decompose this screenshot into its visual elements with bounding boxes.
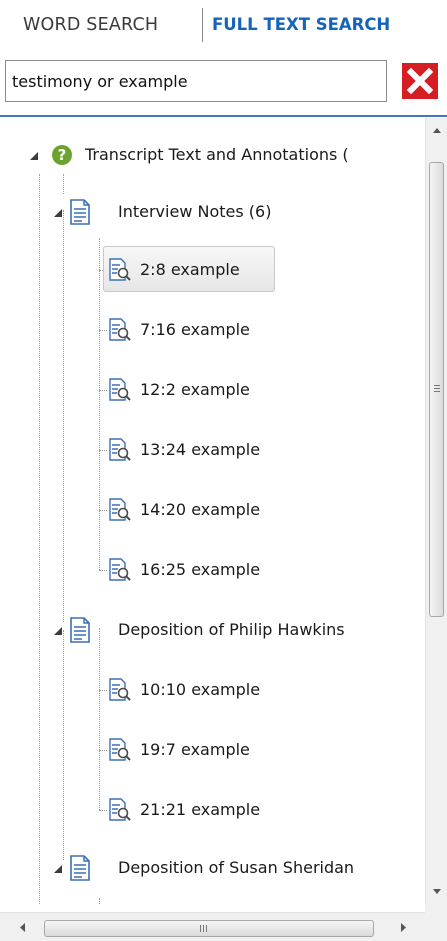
search-result-icon xyxy=(109,498,131,521)
search-result-icon xyxy=(109,798,131,821)
result-label: 19:7 example xyxy=(140,740,250,759)
collapse-arrow-icon[interactable] xyxy=(28,150,40,162)
tree-group-label: Deposition of Philip Hawkins xyxy=(118,620,345,639)
tab-word-search[interactable]: WORD SEARCH xyxy=(23,10,158,40)
scrollbar-corner xyxy=(425,904,447,941)
scroll-left-arrow-icon[interactable] xyxy=(12,913,34,941)
grip-line xyxy=(434,391,440,392)
close-icon xyxy=(406,67,434,95)
collapse-arrow-icon[interactable] xyxy=(52,863,64,875)
result-item[interactable]: 14:20 example xyxy=(107,493,277,527)
tree-guide xyxy=(63,630,64,860)
tree-group-label: Deposition of Susan Sheridan xyxy=(118,858,355,877)
grip-line xyxy=(434,385,440,386)
tab-full-text-search[interactable]: FULL TEXT SEARCH xyxy=(212,10,390,40)
search-result-icon xyxy=(109,378,131,401)
tree-root-node[interactable]: ? Transcript Text and Annotations ( xyxy=(28,138,425,172)
result-item[interactable]: 2:8 example xyxy=(107,253,277,287)
search-result-icon xyxy=(109,558,131,581)
scroll-right-arrow-icon[interactable] xyxy=(392,913,414,941)
result-item[interactable]: 10:10 example xyxy=(107,673,287,707)
result-item[interactable]: 19:7 example xyxy=(107,733,287,767)
collapse-arrow-icon[interactable] xyxy=(52,625,64,637)
vertical-scrollbar[interactable] xyxy=(425,118,447,904)
search-input[interactable] xyxy=(5,60,387,102)
tree-guide xyxy=(99,750,107,751)
tree-guide xyxy=(99,690,107,691)
result-label: 12:2 example xyxy=(140,380,250,399)
result-label: 14:20 example xyxy=(140,500,261,519)
horizontal-scrollbar[interactable] xyxy=(0,912,425,941)
tree-group-interview-notes[interactable]: Interview Notes (6) xyxy=(52,195,392,229)
result-label: 16:25 example xyxy=(140,560,261,579)
result-item[interactable]: 21:21 example xyxy=(107,793,287,827)
document-icon xyxy=(70,855,90,881)
tree-root-label: Transcript Text and Annotations ( xyxy=(85,145,349,164)
search-result-icon xyxy=(109,318,131,341)
clear-search-button[interactable] xyxy=(402,63,438,99)
results-tree: ? Transcript Text and Annotations ( Inte… xyxy=(0,118,425,904)
document-icon xyxy=(70,199,90,225)
result-item[interactable]: 7:16 example xyxy=(107,313,277,347)
result-label: 13:24 example xyxy=(140,440,261,459)
result-label: 21:21 example xyxy=(140,800,261,819)
search-result-icon xyxy=(109,678,131,701)
grip-line xyxy=(206,925,207,932)
tree-group-deposition-susan-sheridan[interactable]: Deposition of Susan Sheridan xyxy=(52,851,424,885)
tree-guide xyxy=(99,238,100,570)
tree-guide xyxy=(99,330,107,331)
search-result-icon xyxy=(109,438,131,461)
divider xyxy=(0,115,447,117)
horizontal-scroll-thumb[interactable] xyxy=(44,920,374,937)
help-icon: ? xyxy=(52,145,72,165)
scroll-down-arrow-icon[interactable] xyxy=(426,882,447,902)
tree-group-label: Interview Notes (6) xyxy=(118,202,272,221)
tab-separator xyxy=(202,8,203,42)
document-icon xyxy=(70,617,90,643)
tree-guide xyxy=(99,510,107,511)
tree-guide xyxy=(63,174,64,194)
tree-guide xyxy=(99,570,107,571)
grip-line xyxy=(203,925,204,932)
result-item[interactable]: 12:2 example xyxy=(107,373,277,407)
search-result-icon xyxy=(109,258,131,281)
tree-group-deposition-philip-hawkins[interactable]: Deposition of Philip Hawkins xyxy=(52,613,424,647)
full-text-search-panel: WORD SEARCH FULL TEXT SEARCH testimony o… xyxy=(0,0,447,941)
collapse-arrow-icon[interactable] xyxy=(52,207,64,219)
tree-guide xyxy=(63,210,64,622)
scroll-up-arrow-icon[interactable] xyxy=(426,120,447,140)
search-tabs: WORD SEARCH FULL TEXT SEARCH xyxy=(0,0,447,50)
tree-guide xyxy=(39,174,40,904)
tree-guide xyxy=(99,810,107,811)
result-item[interactable]: 13:24 example xyxy=(107,433,277,467)
svg-text:?: ? xyxy=(58,146,67,164)
result-label: 7:16 example xyxy=(140,320,250,339)
result-label: 2:8 example xyxy=(140,260,240,279)
tree-guide xyxy=(99,628,100,810)
result-item[interactable]: 16:25 example xyxy=(107,553,277,587)
tree-guide xyxy=(99,390,107,391)
tree-guide xyxy=(99,898,100,904)
grip-line xyxy=(434,388,440,389)
vertical-scroll-thumb[interactable] xyxy=(429,162,444,617)
result-label: 10:10 example xyxy=(140,680,261,699)
grip-line xyxy=(200,925,201,932)
search-result-icon xyxy=(109,738,131,761)
tree-guide xyxy=(99,450,107,451)
